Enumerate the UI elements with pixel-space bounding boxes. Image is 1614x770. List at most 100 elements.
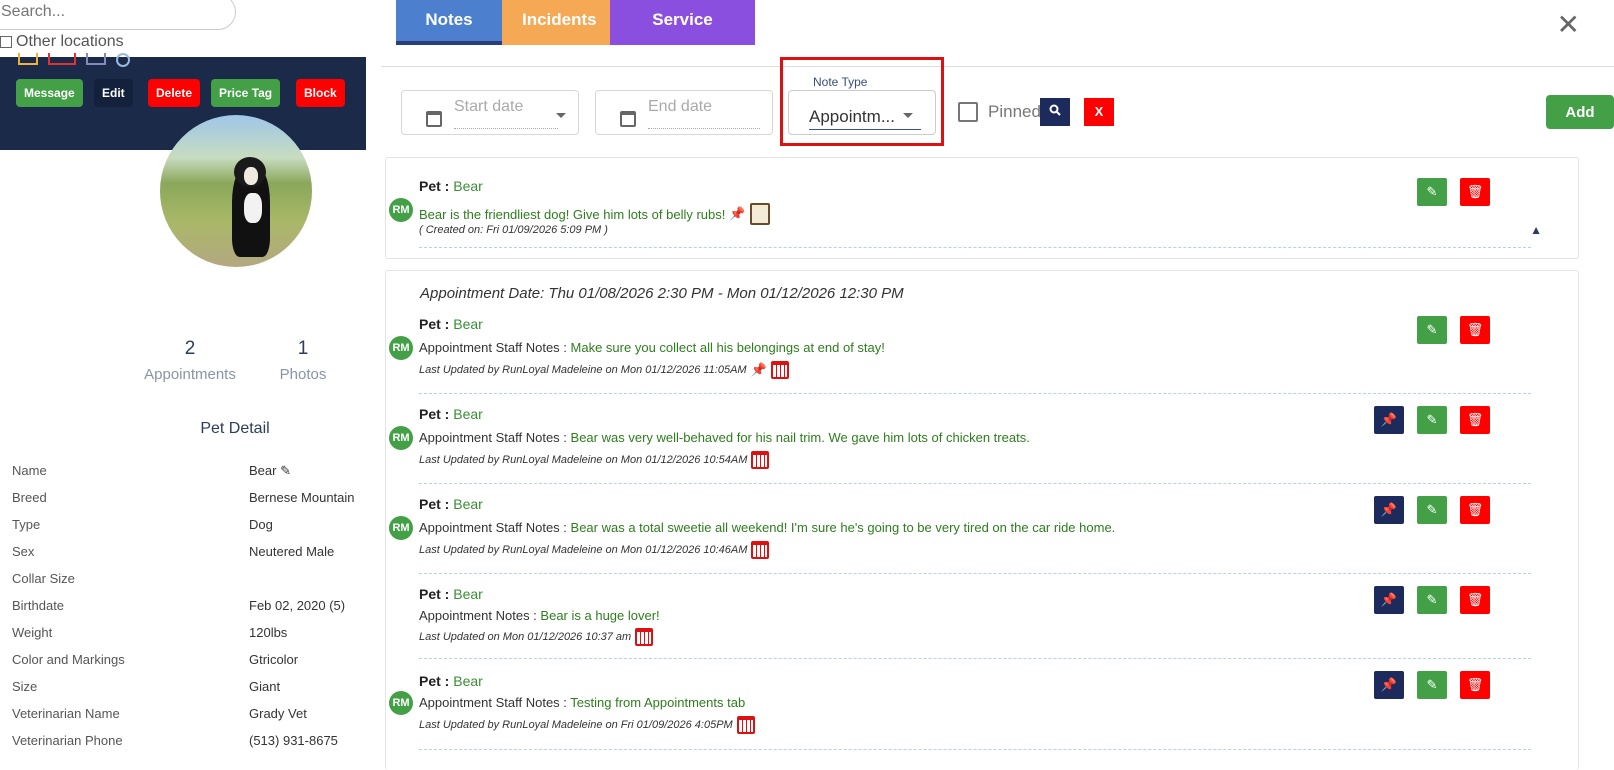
- photos-count: 1: [297, 338, 309, 359]
- edit-button[interactable]: Edit: [94, 79, 133, 107]
- detail-value: Bear ✎: [249, 463, 291, 478]
- avatar: RM: [389, 426, 413, 450]
- end-date-field[interactable]: End date: [595, 90, 773, 135]
- note-type-label: Note Type: [813, 75, 868, 89]
- other-locations-toggle[interactable]: Other locations: [0, 33, 124, 51]
- start-date-field[interactable]: Start date: [401, 90, 579, 135]
- detail-value: Feb 02, 2020 (5): [249, 598, 346, 613]
- quick-icons: [18, 53, 130, 67]
- pin-note-button[interactable]: 📌: [1374, 496, 1404, 524]
- close-icon[interactable]: ✕: [1557, 8, 1580, 41]
- chevron-up-icon[interactable]: ▲: [1530, 223, 1542, 237]
- pin-note-button[interactable]: 📌: [1374, 586, 1404, 614]
- calendar-icon: [426, 111, 442, 127]
- delete-note-button[interactable]: 🗑: [1460, 406, 1490, 434]
- delete-button[interactable]: Delete: [148, 79, 201, 107]
- detail-key: Veterinarian Name: [12, 706, 120, 721]
- start-date-placeholder: Start date: [454, 98, 524, 115]
- note-pet: Pet : Bear: [419, 316, 483, 332]
- chevron-down-icon[interactable]: [903, 113, 913, 118]
- list-item: Pet : Bear Appointment Notes : Bear is a…: [386, 586, 1580, 671]
- note-meta: Last Updated by RunLoyal Madeleine on Fr…: [419, 716, 755, 734]
- end-date-placeholder: End date: [648, 98, 713, 115]
- pinned-filter[interactable]: Pinned: [958, 102, 1041, 122]
- underline: [809, 129, 921, 130]
- price-tag-button[interactable]: Price Tag: [211, 79, 281, 107]
- delete-note-button[interactable]: 🗑: [1460, 671, 1490, 699]
- detail-key: Name: [12, 463, 47, 478]
- appointment-date: Appointment Date: Thu 01/08/2026 2:30 PM…: [420, 285, 904, 302]
- list-item: Pet : Bear RM Appointment Staff Notes : …: [386, 316, 1580, 406]
- detail-row-birthdate: Birthdate Feb 02, 2020 (5): [12, 598, 366, 613]
- block-button[interactable]: Block: [296, 79, 345, 107]
- appointments-stat[interactable]: 2 Appointments: [140, 338, 240, 383]
- list-icon[interactable]: [86, 53, 106, 65]
- pet-name[interactable]: Bear: [453, 586, 483, 602]
- edit-note-button[interactable]: ✎: [1417, 671, 1447, 699]
- clear-filters-button[interactable]: X: [1084, 98, 1114, 126]
- detail-value: Neutered Male: [249, 544, 335, 559]
- pet-name[interactable]: Bear: [453, 406, 483, 422]
- detail-value: Bernese Mountain: [249, 490, 355, 505]
- pinned-checkbox[interactable]: [958, 102, 978, 122]
- chevron-down-icon[interactable]: [556, 113, 566, 118]
- pet-name[interactable]: Bear: [453, 673, 483, 689]
- note-text-line: Appointment Staff Notes : Make sure you …: [419, 340, 885, 355]
- pet-name[interactable]: Bear: [453, 178, 483, 194]
- calendar-icon: [635, 628, 654, 646]
- message-button[interactable]: Message: [16, 79, 83, 107]
- photos-stat[interactable]: 1 Photos: [268, 338, 338, 383]
- delete-note-button[interactable]: 🗑: [1460, 496, 1490, 524]
- edit-note-button[interactable]: ✎: [1417, 496, 1447, 524]
- detail-row-weight: Weight 120lbs: [12, 625, 366, 640]
- note-separator: [419, 658, 1531, 659]
- mail-icon[interactable]: [48, 53, 76, 65]
- tab-service-profile[interactable]: Service Profile: [610, 0, 755, 69]
- add-note-button[interactable]: Add: [1546, 95, 1614, 129]
- calendar-icon: [620, 111, 636, 127]
- calendar-icon: [751, 541, 770, 559]
- note-separator: [419, 483, 1531, 484]
- tab-notes[interactable]: Notes (9): [396, 0, 502, 69]
- list-item: Pet : Bear RM Appointment Staff Notes : …: [386, 671, 1580, 761]
- info-icon[interactable]: [116, 53, 130, 67]
- detail-key: Size: [12, 679, 38, 694]
- tab-incidents[interactable]: Incidents: [502, 0, 610, 45]
- pencil-icon[interactable]: ✎: [280, 463, 291, 478]
- detail-key: Weight: [12, 625, 53, 640]
- pet-name[interactable]: Bear: [453, 316, 483, 332]
- detail-row-color: Color and Markings Gtricolor: [12, 652, 366, 667]
- edit-note-button[interactable]: ✎: [1417, 178, 1447, 206]
- other-locations-checkbox[interactable]: [0, 36, 12, 48]
- pin-note-button[interactable]: 📌: [1374, 406, 1404, 434]
- pinned-label: Pinned: [988, 102, 1041, 121]
- note-label: Appointment Staff Notes :: [419, 430, 567, 445]
- note-text-line: Appointment Staff Notes : Bear was a tot…: [419, 520, 1115, 535]
- pin-note-button[interactable]: 📌: [1374, 671, 1404, 699]
- pet-photo[interactable]: [160, 115, 312, 267]
- appointments-count: 2: [184, 338, 196, 359]
- note-separator: [419, 247, 1531, 248]
- delete-note-button[interactable]: 🗑: [1460, 586, 1490, 614]
- search-input[interactable]: [0, 0, 236, 30]
- search-button[interactable]: [1040, 98, 1070, 126]
- pet-portrait-icon: [749, 203, 770, 225]
- detail-row-breed: Breed Bernese Mountain: [12, 490, 366, 505]
- calendar-icon: [736, 716, 755, 734]
- pinned-note-card: Pet : Bear RM Bear is the friendliest do…: [385, 157, 1579, 259]
- note-type-highlight: Appointm... Note Type: [780, 57, 944, 146]
- edit-note-button[interactable]: ✎: [1417, 586, 1447, 614]
- delete-note-button[interactable]: 🗑: [1460, 316, 1490, 344]
- detail-value: Dog: [249, 517, 273, 532]
- detail-key: Color and Markings: [12, 652, 125, 667]
- note-type-select[interactable]: Appointm...: [788, 90, 936, 135]
- edit-note-button[interactable]: ✎: [1417, 316, 1447, 344]
- pet-name[interactable]: Bear: [453, 496, 483, 512]
- detail-key: Type: [12, 517, 41, 532]
- edit-note-button[interactable]: ✎: [1417, 406, 1447, 434]
- delete-note-button[interactable]: 🗑: [1460, 178, 1490, 206]
- note-separator: [419, 749, 1531, 750]
- folder-icon[interactable]: [18, 53, 38, 65]
- detail-value: Grady Vet: [249, 706, 307, 721]
- appointments-label: Appointments: [144, 366, 236, 383]
